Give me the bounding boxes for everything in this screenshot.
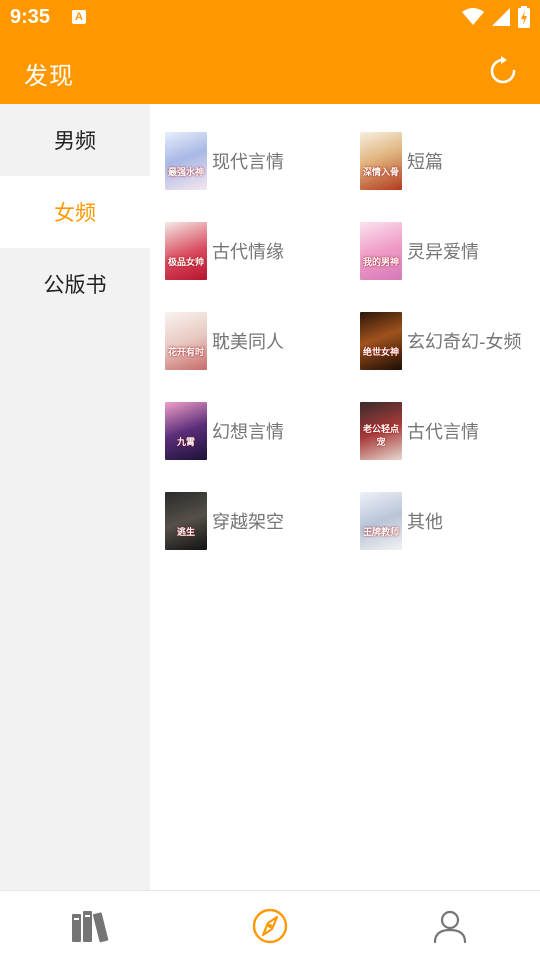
cover-title: 绝世女神 bbox=[362, 348, 399, 358]
cover-title: 老公轻点宠 bbox=[362, 425, 399, 448]
category-item[interactable]: 九霄 幻想言情 bbox=[150, 386, 345, 476]
profile-icon bbox=[433, 910, 467, 943]
app-header: 发现 bbox=[0, 36, 540, 104]
refresh-icon bbox=[490, 56, 516, 84]
wifi-icon bbox=[462, 8, 484, 25]
category-grid: 最强水神 现代言情 深情入骨 短篇 极品女帅 古代情缘 我的男神 灵异爱情 花开… bbox=[150, 104, 540, 566]
book-cover: 花开有时 bbox=[165, 312, 207, 370]
category-content: 最强水神 现代言情 深情入骨 短篇 极品女帅 古代情缘 我的男神 灵异爱情 花开… bbox=[150, 104, 540, 890]
book-cover: 极品女帅 bbox=[165, 222, 207, 280]
book-cover: 逃生 bbox=[165, 492, 207, 550]
status-time: 9:35 bbox=[10, 6, 51, 28]
book-cover: 我的男神 bbox=[360, 222, 402, 280]
sidebar-item-female[interactable]: 女频 bbox=[0, 176, 150, 248]
cover-title: 我的男神 bbox=[362, 258, 399, 268]
sidebar-item-label: 公版书 bbox=[43, 273, 107, 297]
book-cover: 最强水神 bbox=[165, 132, 207, 190]
category-label: 穿越架空 bbox=[212, 512, 284, 533]
book-cover: 老公轻点宠 bbox=[360, 402, 402, 460]
category-label: 灵异爱情 bbox=[407, 242, 479, 263]
status-icons bbox=[462, 6, 530, 28]
category-item[interactable]: 极品女帅 古代情缘 bbox=[150, 206, 345, 296]
battery-icon bbox=[518, 6, 530, 28]
category-label: 古代言情 bbox=[407, 422, 479, 443]
sidebar-item-label: 男频 bbox=[54, 129, 96, 153]
nav-bookshelf[interactable] bbox=[0, 891, 180, 960]
refresh-button[interactable] bbox=[488, 56, 518, 86]
category-label: 短篇 bbox=[407, 152, 443, 173]
book-cover: 绝世女神 bbox=[360, 312, 402, 370]
category-label: 耽美同人 bbox=[212, 332, 284, 353]
bookshelf-icon bbox=[72, 910, 109, 942]
cover-title: 最强水神 bbox=[167, 168, 204, 178]
category-item[interactable]: 逃生 穿越架空 bbox=[150, 476, 345, 566]
category-label: 幻想言情 bbox=[212, 422, 284, 443]
category-label: 古代情缘 bbox=[212, 242, 284, 263]
category-label: 现代言情 bbox=[212, 152, 284, 173]
category-item[interactable]: 王牌教师 其他 bbox=[345, 476, 540, 566]
status-bar: 9:35 A bbox=[0, 0, 540, 36]
compass-icon bbox=[252, 908, 288, 943]
nav-profile[interactable] bbox=[360, 891, 540, 960]
book-cover: 王牌教师 bbox=[360, 492, 402, 550]
category-item[interactable]: 深情入骨 短篇 bbox=[345, 116, 540, 206]
cover-title: 花开有时 bbox=[167, 348, 204, 358]
notification-icon: A bbox=[72, 10, 86, 24]
sidebar-item-public-domain[interactable]: 公版书 bbox=[0, 248, 150, 320]
category-item[interactable]: 绝世女神 玄幻奇幻-女频 bbox=[345, 296, 540, 386]
sidebar-item-male[interactable]: 男频 bbox=[0, 104, 150, 176]
book-cover: 九霄 bbox=[165, 402, 207, 460]
category-item[interactable]: 老公轻点宠 古代言情 bbox=[345, 386, 540, 476]
cover-title: 逃生 bbox=[176, 528, 195, 538]
category-item[interactable]: 花开有时 耽美同人 bbox=[150, 296, 345, 386]
category-sidebar: 男频 女频 公版书 bbox=[0, 104, 150, 890]
cover-title: 九霄 bbox=[176, 438, 195, 448]
cover-title: 深情入骨 bbox=[362, 168, 399, 178]
category-label: 其他 bbox=[407, 512, 443, 533]
book-cover: 深情入骨 bbox=[360, 132, 402, 190]
cover-title: 王牌教师 bbox=[362, 528, 399, 538]
cover-title: 极品女帅 bbox=[167, 258, 204, 268]
category-label: 玄幻奇幻-女频 bbox=[407, 332, 522, 353]
category-item[interactable]: 最强水神 现代言情 bbox=[150, 116, 345, 206]
sidebar-item-label: 女频 bbox=[54, 201, 96, 225]
signal-icon bbox=[492, 8, 510, 26]
bottom-nav bbox=[0, 890, 540, 960]
nav-discover[interactable] bbox=[180, 891, 360, 960]
category-item[interactable]: 我的男神 灵异爱情 bbox=[345, 206, 540, 296]
page-title: 发现 bbox=[24, 62, 74, 90]
